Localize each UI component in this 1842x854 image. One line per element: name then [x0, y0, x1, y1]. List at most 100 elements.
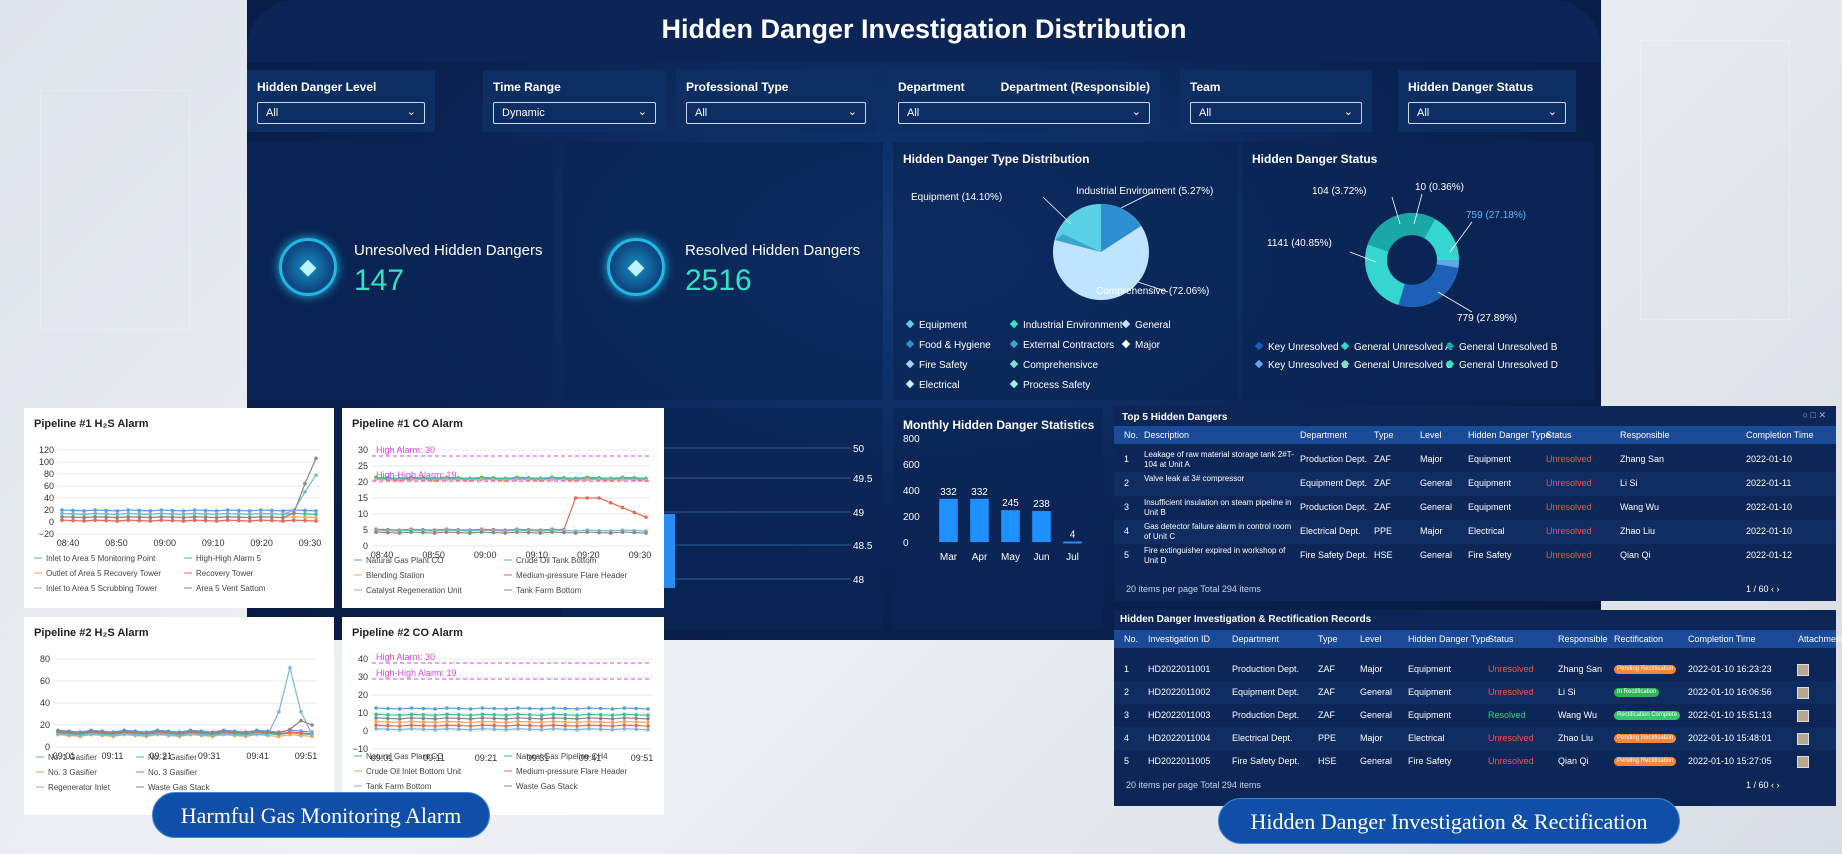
data-point [236, 515, 241, 519]
table-title: Top 5 Hidden Dangers [1122, 412, 1228, 423]
chevron-down-icon: ⌄ [637, 106, 647, 118]
level-select[interactable]: All ⌄ [257, 102, 425, 124]
attachment-thumbnail-icon[interactable] [1797, 755, 1809, 768]
column-header[interactable]: No. [1124, 430, 1138, 440]
data-point [60, 511, 64, 516]
legend-item: Equipment [905, 319, 967, 331]
x-tick-label: 08:50 [105, 538, 128, 548]
column-header[interactable]: Level [1360, 634, 1382, 644]
column-header[interactable]: Attachments [1798, 634, 1842, 644]
chevron-down-icon: ⌄ [1343, 106, 1353, 118]
filter-label: Hidden Danger Level [257, 80, 377, 94]
column-header[interactable]: Rectification [1614, 634, 1663, 644]
column-header[interactable]: Hidden Danger Type [1408, 634, 1490, 644]
data-point [397, 727, 402, 732]
status-select[interactable]: All ⌄ [1408, 102, 1566, 124]
filter-label: Hidden Danger Status [1408, 80, 1534, 94]
rectification-badge: Pending Rectification [1614, 756, 1677, 766]
table-row[interactable]: 2 Valve leak at 3# compressor Equipment De… [1114, 472, 1836, 496]
column-header[interactable]: Level [1420, 430, 1442, 440]
column-header[interactable]: Department [1232, 634, 1279, 644]
gas-alarm-card-4: Pipeline #2 CO Alarm 40 30 20 10 0 −10 09:01 09… [342, 617, 664, 815]
data-point [386, 706, 390, 711]
data-point [247, 515, 252, 520]
time-select[interactable]: Dynamic ⌄ [493, 102, 656, 124]
professional-select[interactable]: All ⌄ [686, 102, 866, 124]
table-row[interactable]: 1 Leakage of raw material storage tank 2#… [1114, 448, 1836, 472]
data-point [221, 729, 226, 733]
column-header[interactable]: Responsible [1620, 430, 1670, 440]
rectification-badge: Pending Rectification [1614, 733, 1677, 743]
data-point [445, 726, 449, 731]
department-select[interactable]: All ⌄ [898, 102, 1150, 124]
table-row[interactable]: 5 HD2022011005 Fire Safety Dept. HSE General… [1114, 750, 1836, 773]
column-header[interactable]: Status [1488, 634, 1514, 644]
column-header[interactable]: Description [1144, 430, 1189, 440]
axis-tick: 200 [903, 512, 920, 523]
data-point [303, 508, 307, 513]
table-cell: ZAF [1374, 478, 1391, 488]
kpi-value: 147 [354, 264, 405, 297]
table-row[interactable]: 1 HD2022011001 Production Dept. ZAF Major Equ… [1114, 658, 1836, 681]
data-point [479, 530, 484, 534]
column-header[interactable]: Status [1546, 430, 1572, 440]
attachment-thumbnail-icon[interactable] [1797, 686, 1809, 699]
window-controls-icon[interactable]: ○ □ ✕ [1803, 410, 1826, 421]
table-footer: 20 items per page Total 294 items [1126, 780, 1261, 790]
column-header[interactable]: Type [1318, 634, 1338, 644]
column-header[interactable]: No. [1124, 634, 1138, 644]
series-line [375, 531, 647, 534]
table-cell: PPE [1318, 732, 1337, 743]
y-tick-label: 120 [39, 445, 54, 455]
table-row[interactable]: 2 HD2022011002 Equipment Dept. ZAF General Eq… [1114, 681, 1836, 704]
column-header[interactable]: Hidden Danger Type [1468, 430, 1550, 440]
table-row[interactable]: 4 Gas detector failure alarm in control r… [1114, 520, 1836, 544]
column-header[interactable]: Type [1374, 430, 1394, 440]
table-cell: HD2022011004 [1148, 732, 1211, 743]
legend-item: Fire Safety [905, 359, 967, 371]
table-cell: General [1360, 686, 1393, 697]
legend-label: No. 2 Gasifier [148, 753, 197, 762]
data-point [71, 515, 75, 519]
table-cell: HSE [1318, 755, 1337, 766]
data-point [126, 518, 131, 522]
rectification-badge: Pending Rectification [1614, 664, 1677, 674]
attachment-thumbnail-icon[interactable] [1797, 709, 1809, 722]
table-row[interactable]: 3 HD2022011003 Production Dept. ZAF General E… [1114, 704, 1836, 727]
y-tick-label: 0 [363, 541, 368, 551]
attachment-thumbnail-icon[interactable] [1797, 732, 1809, 745]
y-tick-label: 0 [45, 742, 50, 752]
data-point [374, 726, 378, 731]
data-point [236, 508, 241, 513]
column-header[interactable]: Responsible [1558, 634, 1608, 644]
data-point [527, 716, 532, 721]
data-point [646, 720, 650, 725]
data-point [597, 530, 601, 535]
data-point [397, 713, 402, 718]
data-point [292, 511, 296, 515]
table-row[interactable]: 3 Insufficient insulation on steam pipeli… [1114, 496, 1836, 520]
attachment-thumbnail-icon[interactable] [1797, 663, 1809, 676]
data-point [644, 515, 648, 519]
column-header[interactable]: Investigation ID [1148, 634, 1210, 644]
filter-level: Hidden Danger Level All ⌄ [247, 70, 435, 132]
background-building [40, 90, 190, 330]
column-header[interactable]: Completion Time [1746, 430, 1814, 440]
legend-label: No. 3 Gasifier [48, 768, 97, 777]
table-cell: Equipment [1408, 709, 1452, 720]
table-cell: 2022-01-10 [1746, 454, 1793, 464]
filter-label: Department [898, 80, 965, 94]
data-point [192, 515, 197, 519]
team-select[interactable]: All ⌄ [1190, 102, 1362, 124]
table-row[interactable]: 5 Fire extinguisher expired in workshop o… [1114, 544, 1836, 568]
table-cell: 2022-01-11 [1746, 478, 1792, 488]
pagination[interactable]: 1 / 60 ‹ › [1746, 780, 1780, 790]
column-header[interactable]: Completion Time [1688, 634, 1756, 644]
table-row[interactable]: 4 HD2022011004 Electrical Dept. PPE Major Ele… [1114, 727, 1836, 750]
table-cell: Zhang San [1558, 663, 1603, 674]
select-value: All [1199, 107, 1212, 119]
column-header[interactable]: Department [1300, 430, 1347, 440]
data-point [386, 713, 390, 717]
pagination[interactable]: 1 / 60 ‹ › [1746, 584, 1780, 594]
table-cell: Wang Wu [1620, 502, 1660, 512]
